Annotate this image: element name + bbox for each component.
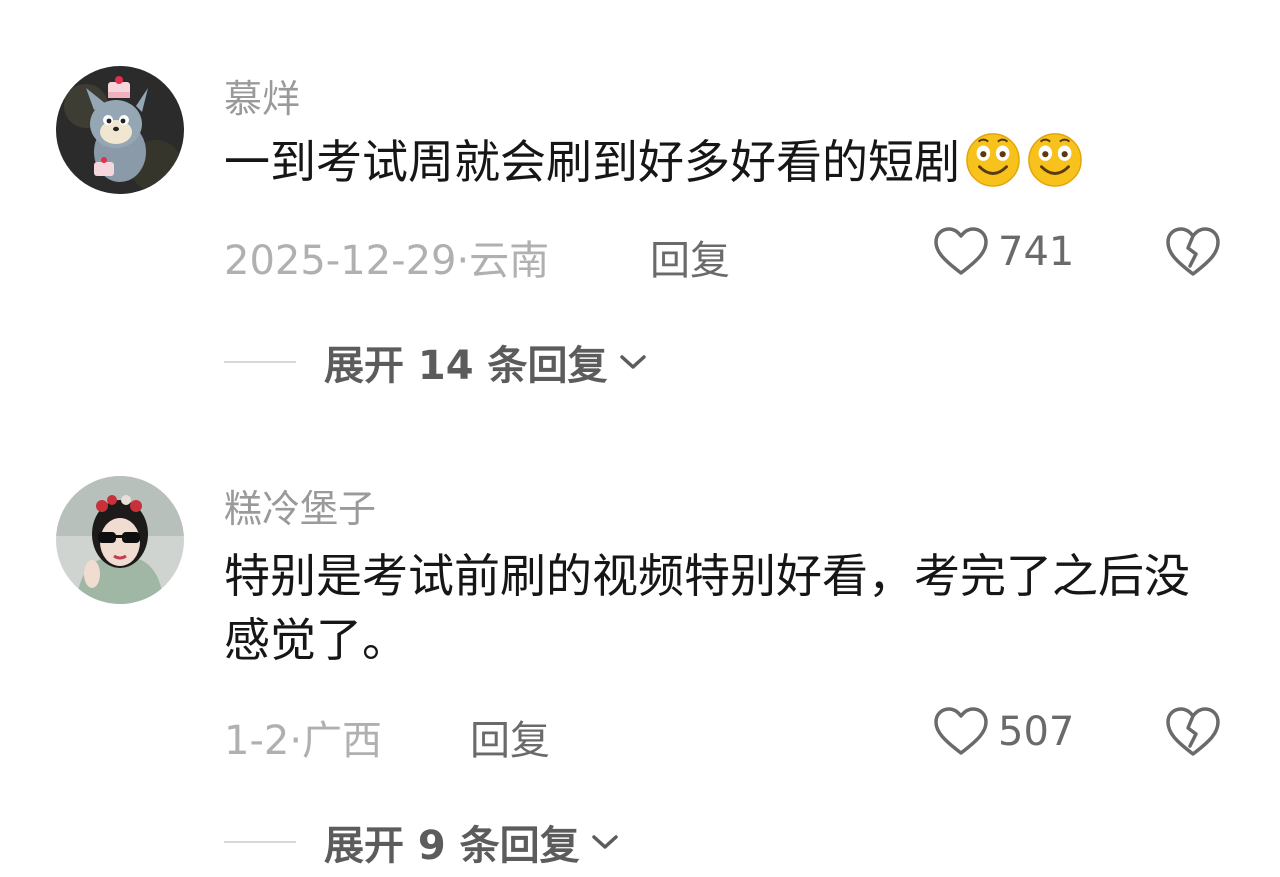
expand-replies-button[interactable]: 展开 9 条回复	[224, 814, 620, 870]
chevron-down-icon	[591, 835, 618, 849]
divider-line	[224, 841, 296, 843]
avatar[interactable]	[56, 476, 184, 604]
like-button[interactable]: 507	[932, 702, 1074, 762]
reply-button[interactable]: 回复	[470, 708, 550, 766]
comment-meta: 1-2·广西 回复 507	[0, 702, 1280, 764]
heart-outline-icon	[934, 227, 988, 275]
broken-heart-icon	[1166, 227, 1220, 276]
reply-button[interactable]: 回复	[650, 228, 730, 286]
avatar-image	[56, 66, 184, 194]
comment-text: 一到考试周就会刷到好多好看的短剧	[224, 130, 1234, 194]
like-count: 741	[998, 229, 1075, 275]
heart-outline-icon	[934, 707, 988, 755]
smile-emoji-icon	[964, 130, 1022, 188]
avatar[interactable]	[56, 66, 184, 194]
username[interactable]: 慕烊	[224, 68, 300, 123]
like-count: 507	[998, 709, 1075, 755]
chevron-down-icon	[619, 355, 646, 369]
username[interactable]: 糕冷堡子	[224, 478, 376, 533]
divider-line	[224, 361, 296, 363]
expand-replies-button[interactable]: 展开 14 条回复	[224, 334, 648, 390]
smile-emoji-icon	[1026, 130, 1084, 188]
timestamp-location: 1-2·广西	[224, 718, 383, 764]
comment-meta: 2025-12-29·云南 回复 741	[0, 222, 1280, 284]
comment-text-content: 一到考试周就会刷到好多好看的短剧	[224, 135, 960, 189]
dislike-button[interactable]	[1164, 704, 1222, 760]
expand-replies-label: 展开 14 条回复	[324, 343, 608, 389]
comment-item: 慕烊 一到考试周就会刷到好多好看的短剧 2025-12-29·云南 回复 741…	[0, 0, 1280, 420]
comment-text: 特别是考试前刷的视频特别好看，考完了之后没感觉了。	[224, 549, 1190, 667]
expand-replies-label: 展开 9 条回复	[324, 823, 580, 869]
timestamp-location: 2025-12-29·云南	[224, 238, 550, 284]
dislike-button[interactable]	[1164, 224, 1222, 280]
comment-item: 糕冷堡子 特别是考试前刷的视频特别好看，考完了之后没感觉了。 1-2·广西 回复…	[0, 420, 1280, 877]
like-button[interactable]: 741	[932, 222, 1074, 282]
broken-heart-icon	[1166, 707, 1220, 756]
avatar-image	[56, 476, 184, 604]
